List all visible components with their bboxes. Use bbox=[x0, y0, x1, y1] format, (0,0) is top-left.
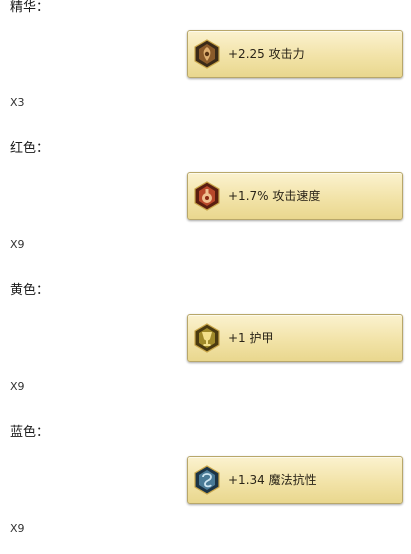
quintessence-rune-icon bbox=[194, 39, 220, 69]
section-label-yellow: 黄色： bbox=[10, 283, 50, 298]
rune-count-red: X9 bbox=[10, 238, 25, 251]
glyph-rune-icon bbox=[194, 465, 220, 495]
rune-stat-quintessence: +2.25 攻击力 bbox=[228, 47, 305, 61]
rune-card-red: +1.7% 攻击速度 bbox=[187, 172, 403, 220]
rune-card-yellow: +1 护甲 bbox=[187, 314, 403, 362]
rune-card-quintessence: +2.25 攻击力 bbox=[187, 30, 403, 78]
seal-rune-icon bbox=[194, 323, 220, 353]
section-label-quintessence: 精华： bbox=[10, 0, 50, 15]
rune-stat-yellow: +1 护甲 bbox=[228, 331, 274, 345]
rune-card-blue: +1.34 魔法抗性 bbox=[187, 456, 403, 504]
rune-count-quintessence: X3 bbox=[10, 96, 25, 109]
mark-rune-icon bbox=[194, 181, 220, 211]
section-label-red: 红色： bbox=[10, 141, 50, 156]
rune-stat-blue: +1.34 魔法抗性 bbox=[228, 473, 317, 487]
rune-count-blue: X9 bbox=[10, 522, 25, 535]
rune-count-yellow: X9 bbox=[10, 380, 25, 393]
section-label-blue: 蓝色： bbox=[10, 425, 50, 440]
rune-stat-red: +1.7% 攻击速度 bbox=[228, 189, 321, 203]
